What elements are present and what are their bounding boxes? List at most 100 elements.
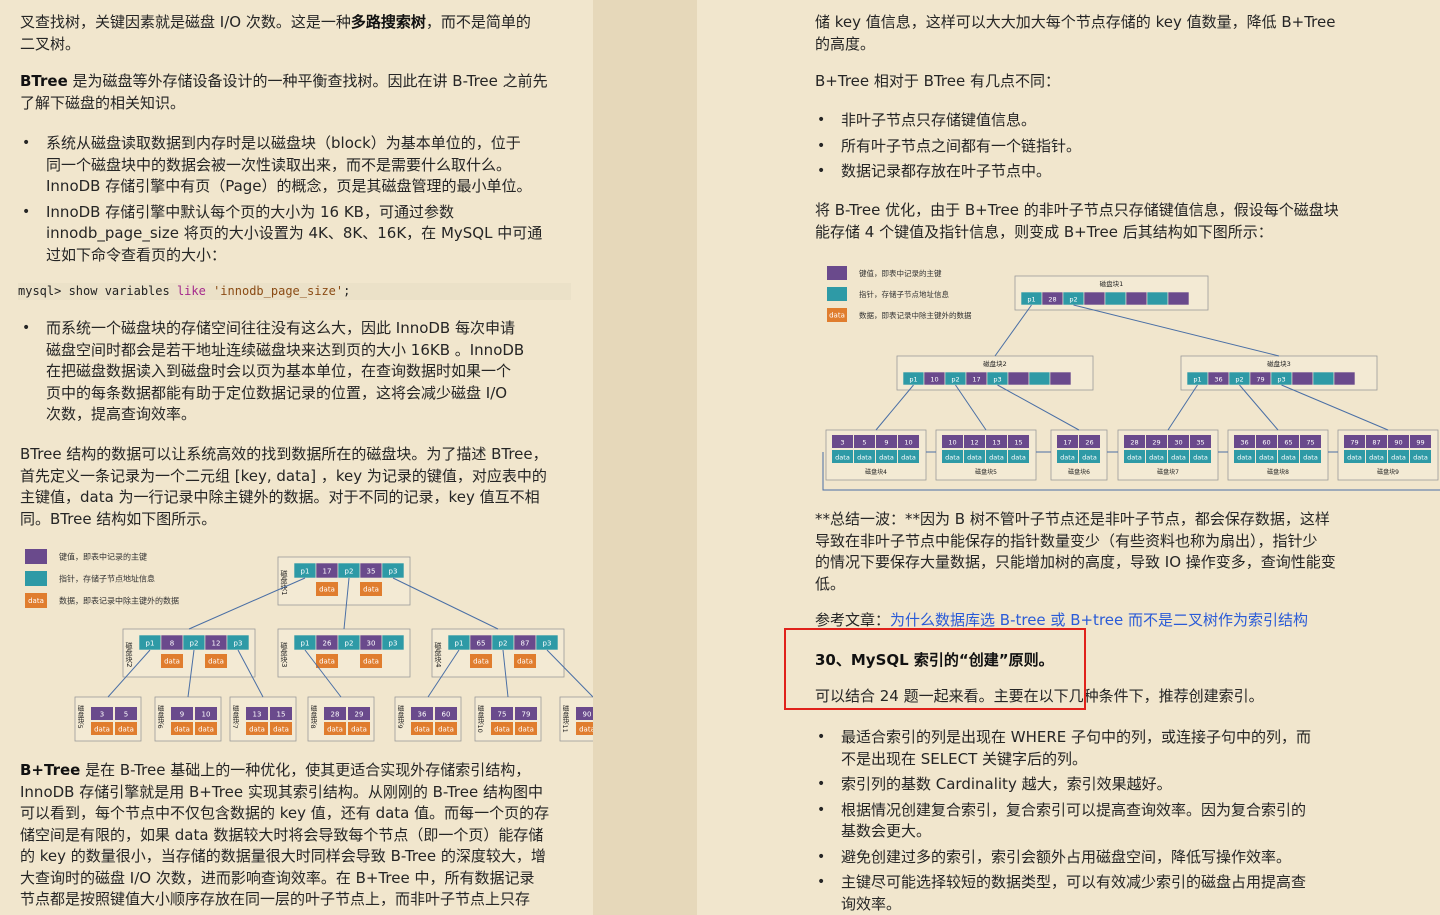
text-span: 询效率。 bbox=[841, 894, 902, 913]
data-label: data bbox=[1193, 454, 1208, 462]
data-label: data bbox=[319, 658, 335, 666]
text-span: 次数，提高查询效率。 bbox=[46, 405, 197, 423]
cell-label: 29 bbox=[355, 711, 364, 719]
cell-label: 9 bbox=[180, 711, 184, 719]
right-page: 储 key 值信息，这样可以大大加大每个节点存储的 key 值数量，降低 B+T… bbox=[697, 0, 1440, 915]
legend-label: 数据，即表记录中除主键外的数据 bbox=[59, 596, 179, 606]
reference-link[interactable]: 为什么数据库选 B-tree 或 B+tree 而不是二叉树作为索引结构 bbox=[890, 611, 1308, 629]
data-label: data bbox=[1011, 454, 1026, 462]
cell-label: 90 bbox=[583, 711, 592, 719]
text-span: **总结一波：**因为 B 树不管叶子节点还是非叶子节点，都会保存数据，这样 bbox=[815, 510, 1330, 528]
data-label: data bbox=[164, 658, 180, 666]
text-span: 大查询时的磁盘 I/O 次数，进而影响查询效率。在 B+Tree 中，所有数据记… bbox=[20, 868, 535, 887]
key-cell bbox=[1333, 371, 1356, 386]
cell-label: p1 bbox=[1027, 296, 1035, 304]
tree-edge bbox=[1239, 384, 1279, 431]
cell-label: 36 bbox=[418, 711, 427, 719]
tree-edge bbox=[955, 384, 987, 431]
data-label: data bbox=[1347, 454, 1362, 462]
bold-term: B+Tree bbox=[20, 761, 81, 779]
left-page: 叉查找树，关键因素就是磁盘 I/O 次数。这是一种多路搜索树，而不是简单的 二叉… bbox=[0, 0, 593, 915]
pointer-cell bbox=[1028, 371, 1051, 386]
node-block-label: 磁盘块8 bbox=[309, 704, 317, 729]
data-label: data bbox=[1082, 454, 1097, 462]
cell-label: 17 bbox=[1063, 439, 1071, 447]
text-span: 根据情况创建复合索引，复合索引可以提高查询效率。因为复合索引的 bbox=[841, 800, 1307, 819]
code-text: ; bbox=[343, 284, 351, 298]
cell-label: p2 bbox=[345, 640, 354, 648]
data-label: data bbox=[857, 454, 872, 462]
cell-label: 36 bbox=[1214, 376, 1222, 384]
cell-label: 60 bbox=[442, 711, 451, 719]
text-span: 而系统一个磁盘块的存储空间往往没有这么大，因此 InnoDB 每次申请 bbox=[46, 319, 515, 337]
code-block: mysql> show variables like 'innodb_page_… bbox=[18, 283, 571, 300]
data-label: data bbox=[1303, 454, 1318, 462]
legend-label: 指针，存储子节点地址信息 bbox=[59, 574, 155, 584]
data-label: data bbox=[579, 726, 593, 734]
key-cell bbox=[1007, 371, 1030, 386]
tree-edge bbox=[1281, 384, 1389, 431]
data-label: data bbox=[473, 658, 489, 666]
cell-label: 30 bbox=[1174, 439, 1182, 447]
list-item: 索引列的基数 Cardinality 越大，索引效果越好。 bbox=[795, 774, 1375, 796]
cell-label: 87 bbox=[1372, 439, 1380, 447]
data-label: data bbox=[518, 726, 534, 734]
left-para-2: BTree 是为磁盘等外存储设备设计的一种平衡查找树。因此在讲 B-Tree 之… bbox=[20, 71, 575, 114]
cell-label: 60 bbox=[1262, 439, 1270, 447]
text-span: 在把磁盘数据读入到磁盘时会以页为基本单位，在查询数据时如果一个 bbox=[46, 362, 512, 380]
cell-label: p2 bbox=[190, 640, 199, 648]
text-span: 储 key 值信息，这样可以大大加大每个节点存储的 key 值数量，降低 B+T… bbox=[815, 13, 1336, 31]
data-label: data bbox=[118, 726, 134, 734]
legend-label: 数据，即表记录中除主键外的数据 bbox=[859, 310, 972, 320]
cell-label: p1 bbox=[146, 640, 155, 648]
node-block-label: 磁盘块2 bbox=[983, 359, 1007, 368]
bold-term: 多路搜索树 bbox=[350, 13, 426, 31]
cell-label: 8 bbox=[170, 640, 174, 648]
btree-diagram: 键值，即表中记录的主键指针，存储子节点地址信息 data 数据，即表记录中除主键外的… bbox=[25, 549, 593, 742]
data-label: data bbox=[174, 726, 190, 734]
text-span: 是为磁盘等外存储设备设计的一种平衡查找树。因此在讲 B-Tree 之前先 bbox=[67, 72, 548, 90]
cell-label: p2 bbox=[1235, 376, 1243, 384]
node-block-label: 磁盘块6 bbox=[1068, 468, 1090, 476]
code-keyword: like bbox=[176, 284, 206, 298]
data-label: data bbox=[351, 726, 367, 734]
cell-label: 13 bbox=[253, 711, 262, 719]
pointer-cell bbox=[1146, 291, 1169, 306]
cell-label: 28 bbox=[1048, 296, 1056, 304]
node-block-label: 磁盘块3 bbox=[1267, 359, 1291, 368]
text-span: InnoDB 存储引擎中有页（Page）的概念，页是其磁盘管理的最小单位。 bbox=[46, 177, 532, 195]
cell-label: 28 bbox=[331, 711, 340, 719]
cell-label: p2 bbox=[345, 568, 354, 576]
cell-label: p1 bbox=[909, 376, 917, 384]
right-bullets-1: 非叶子节点只存储键值信息。 所有叶子节点之间都有一个链指针。 数据记录都存放在叶… bbox=[795, 110, 1375, 187]
text-span: 将 B-Tree 优化，由于 B+Tree 的非叶子节点只存储键值信息，假设每个… bbox=[815, 201, 1339, 219]
data-label: data bbox=[1391, 454, 1406, 462]
pointer-cell bbox=[1104, 291, 1127, 306]
legend-swatch bbox=[25, 549, 47, 564]
text-span: 叉查找树，关键因素就是磁盘 I/O 次数。这是一种 bbox=[20, 13, 351, 31]
cell-label: p3 bbox=[993, 376, 1001, 384]
cell-label: 3 bbox=[840, 439, 844, 447]
text-span: 的情况下要保存大量数据，只能增加树的高度，导致 IO 操作变多，查询性能变 bbox=[815, 553, 1336, 571]
data-label: data bbox=[989, 454, 1004, 462]
data-label: data bbox=[319, 586, 335, 594]
text-span: 导致在非叶子节点中能保存的指针数量变少（有些资料也称为扇出），指针少 bbox=[815, 531, 1318, 550]
data-label: data bbox=[273, 726, 289, 734]
left-para-1: 叉查找树，关键因素就是磁盘 I/O 次数。这是一种多路搜索树，而不是简单的 二叉… bbox=[20, 12, 575, 55]
text-span: 同一个磁盘块中的数据会被一次性读取出来，而不是需要什么取什么。 bbox=[46, 155, 512, 174]
list-item: 非叶子节点只存储键值信息。 bbox=[795, 110, 1375, 132]
legend-swatch bbox=[827, 266, 847, 280]
text-span: 的 key 的数量很小，当存储的数据量很大时同样会导致 B-Tree 的深度较大… bbox=[20, 847, 546, 865]
data-label: data bbox=[1060, 454, 1075, 462]
cell-label: p3 bbox=[543, 640, 552, 648]
text-span: 同。BTree 结构如下图所示。 bbox=[20, 509, 217, 528]
cell-label: 3 bbox=[100, 711, 104, 719]
cell-label: p3 bbox=[234, 640, 243, 648]
cell-label: p1 bbox=[1193, 376, 1201, 384]
bold-term: BTree bbox=[20, 72, 68, 90]
legend-data-tag: data bbox=[28, 597, 44, 605]
cell-label: 65 bbox=[1284, 439, 1292, 447]
text-span: 首先定义一条记录为一个二元组 [key, data] ，key 为记录的键值，对… bbox=[20, 466, 547, 485]
left-bullets-1: 系统从磁盘读取数据到内存时是以磁盘块（block）为基本单位的，位于 同一个磁盘… bbox=[0, 133, 575, 270]
text-span: 了解下磁盘的相关知识。 bbox=[20, 93, 186, 112]
